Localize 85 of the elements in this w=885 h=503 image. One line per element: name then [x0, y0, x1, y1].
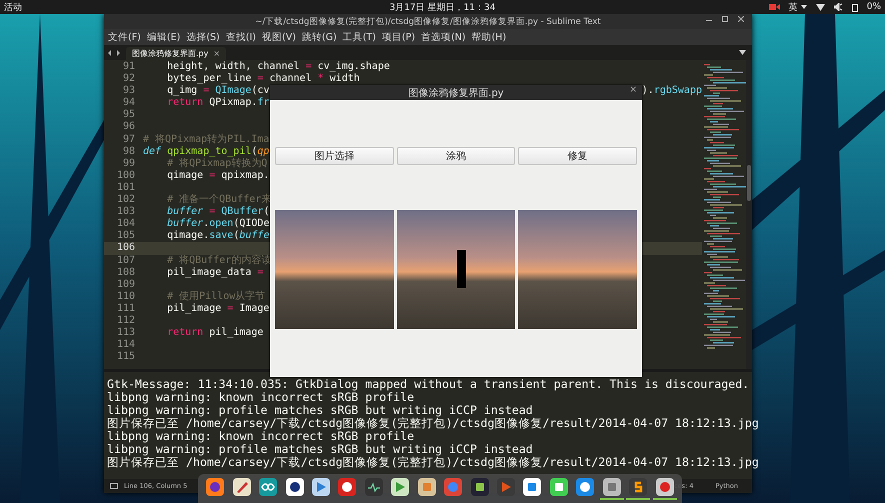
action-button[interactable]: 图片选择	[275, 147, 394, 165]
line-number: 107	[116, 254, 135, 267]
tab-scroll-arrows-icon[interactable]	[108, 50, 120, 56]
code-line: bytes_per_line = channel * width	[166, 73, 360, 85]
code-line: height, width, channel = cv_img.shape	[166, 61, 390, 73]
console-line: Gtk-Message: 11:34:10.035: GtkDialog mapped without a transient parent. This is discouraged.	[107, 378, 750, 391]
battery-icon[interactable]	[852, 2, 858, 12]
code-line: buffer = QBuffer(	[166, 206, 270, 218]
line-number: 104	[116, 218, 135, 230]
infinity-icon[interactable]	[259, 478, 278, 496]
dialog-title: 图像涂鸦修复界面.py	[408, 86, 504, 100]
line-number: 98	[122, 146, 135, 158]
code-line: q_img = QImage(cv	[166, 85, 270, 97]
dropdown-icon[interactable]	[739, 50, 746, 55]
camera-icon[interactable]	[768, 3, 780, 11]
terminal-icon[interactable]	[364, 478, 383, 496]
console-line: libpng warning: known incorrect sRGB profile	[107, 430, 414, 443]
battery-percentage: 0%	[866, 2, 881, 12]
notepad-icon[interactable]	[232, 478, 251, 496]
code-line: qimage.save(buffe	[166, 230, 270, 242]
console-line: 图片保存已至 /home/carsey/下载/ctsdg图像修复(完整打包)/ctsdg图像修复/result/2014-04-07 18:12:13.jpg	[107, 456, 759, 469]
play-icon[interactable]	[312, 478, 330, 496]
console-line: libpng warning: profile matches sRGB but writing iCCP instead	[107, 404, 533, 417]
clock[interactable]: 3月17日 星期日，11：34	[390, 0, 496, 14]
line-number: 93	[122, 85, 135, 98]
menu-item[interactable]: 编辑(E)	[146, 30, 180, 44]
caret-icon[interactable]	[800, 5, 807, 9]
line-number: 115	[116, 351, 135, 364]
menu-item[interactable]: 查找(I)	[226, 30, 256, 44]
console-line: libpng warning: known incorrect sRGB profile	[107, 391, 414, 404]
network-icon[interactable]	[816, 3, 825, 11]
console-line: 图片保存已至 /home/carsey/下载/ctsdg图像修复(完整打包)/ctsdg图像修复/result/2014-04-07 18:12:13.jpg	[107, 417, 759, 430]
line-number: 108	[116, 266, 135, 279]
menu-item[interactable]: 帮助(H)	[472, 30, 506, 44]
line-number: 100	[116, 170, 135, 182]
scrollbar-thumb[interactable]	[747, 165, 751, 201]
code-line: def qpixmap_to_pil(qp	[143, 146, 270, 158]
code-line: # 将QPixmap转为PIL.Ima	[143, 134, 270, 146]
line-number: 102	[116, 194, 135, 206]
close-icon[interactable]	[738, 16, 744, 22]
line-number: 114	[116, 339, 135, 352]
line-number: 110	[116, 290, 135, 303]
action-button[interactable]: 涂鸦	[396, 147, 516, 165]
code-line: qimage = qpixmap.	[166, 170, 270, 182]
maximize-icon[interactable]	[722, 16, 728, 22]
console-line: libpng warning: profile matches sRGB but writing iCCP instead	[107, 443, 533, 456]
activities-button[interactable]: 活动	[4, 0, 22, 14]
volume-icon[interactable]	[834, 3, 843, 11]
menu-item[interactable]: 项目(P)	[382, 30, 416, 44]
line-number: 101	[116, 182, 135, 194]
panel-icon[interactable]	[110, 483, 118, 489]
line-number: 94	[122, 97, 135, 110]
menu-item[interactable]: 文件(F)	[108, 30, 141, 44]
line-number: 113	[116, 327, 135, 340]
menu-item[interactable]: 跳转(G)	[302, 30, 337, 44]
code-line: # 使用Pillow从字节	[166, 290, 266, 303]
code-line: return QPixmap.fr	[166, 97, 270, 110]
file-tab[interactable]: 图像涂鸦修复界面.py ×	[126, 47, 226, 60]
action-button[interactable]: 修复	[518, 147, 638, 165]
line-number: 91	[122, 61, 135, 74]
line-number: 105	[116, 230, 135, 242]
code-line: return pil_image	[166, 327, 264, 340]
line-number: 97	[122, 134, 135, 146]
letter-s-icon[interactable]	[629, 478, 648, 496]
code-line: ).rgbSwapp	[642, 85, 702, 98]
code-line: # 将QPixmap转换为Q	[166, 158, 268, 170]
menu-item[interactable]: 视图(V)	[262, 30, 296, 44]
line-number: 92	[122, 73, 135, 86]
scribble-mark	[456, 250, 466, 288]
close-button[interactable]: ×	[629, 85, 637, 95]
line-number: 112	[116, 314, 135, 328]
menu-item[interactable]: 首选项(N)	[421, 30, 466, 44]
code-line: buffer.open(QIODe	[166, 218, 270, 230]
line-number: 99	[122, 158, 135, 170]
menu-item[interactable]: 选择(S)	[186, 30, 220, 44]
line-number: 96	[122, 121, 135, 134]
code-line: pil_image_data =	[166, 266, 264, 279]
line-number: 103	[116, 206, 135, 218]
code-line: pil_image = Image	[166, 302, 270, 315]
menu-item[interactable]: 工具(T)	[342, 30, 376, 44]
line-number: 95	[122, 109, 135, 122]
line-number: 109	[116, 278, 135, 291]
input-method-indicator[interactable]: 英	[788, 0, 798, 14]
line-number: 111	[116, 302, 135, 315]
window-title: ~/下载/ctsdg图像修复(完整打包)/ctsdg图像修复/图像涂鸦修复界面.py - Sublime Text	[255, 16, 601, 28]
